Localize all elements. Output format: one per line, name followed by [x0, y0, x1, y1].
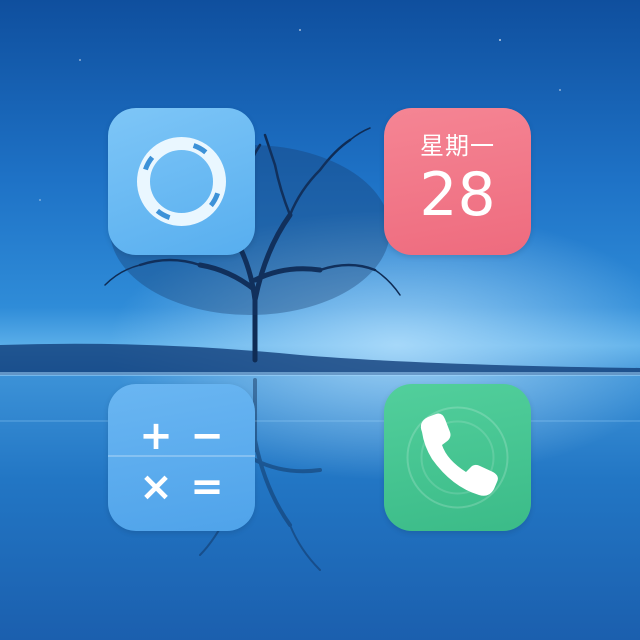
calendar-day-number: 28 [419, 160, 496, 230]
plus-symbol: + [139, 413, 173, 459]
phone-app-icon[interactable] [384, 384, 531, 531]
calculator-app-icon[interactable]: + − × = [108, 384, 255, 531]
tree-landscape-image [0, 29, 640, 571]
equals-symbol: = [190, 464, 224, 510]
calculator-divider [108, 455, 255, 457]
phone-handset-icon [406, 406, 509, 509]
wallpaper [0, 0, 640, 640]
minus-symbol: − [190, 413, 224, 459]
browser-app-icon[interactable] [108, 108, 255, 255]
calendar-app-icon[interactable]: 星期一 28 [384, 108, 531, 255]
calendar-weekday: 星期一 [420, 132, 495, 160]
multiply-symbol: × [139, 464, 173, 510]
browser-ring-icon [137, 137, 226, 226]
